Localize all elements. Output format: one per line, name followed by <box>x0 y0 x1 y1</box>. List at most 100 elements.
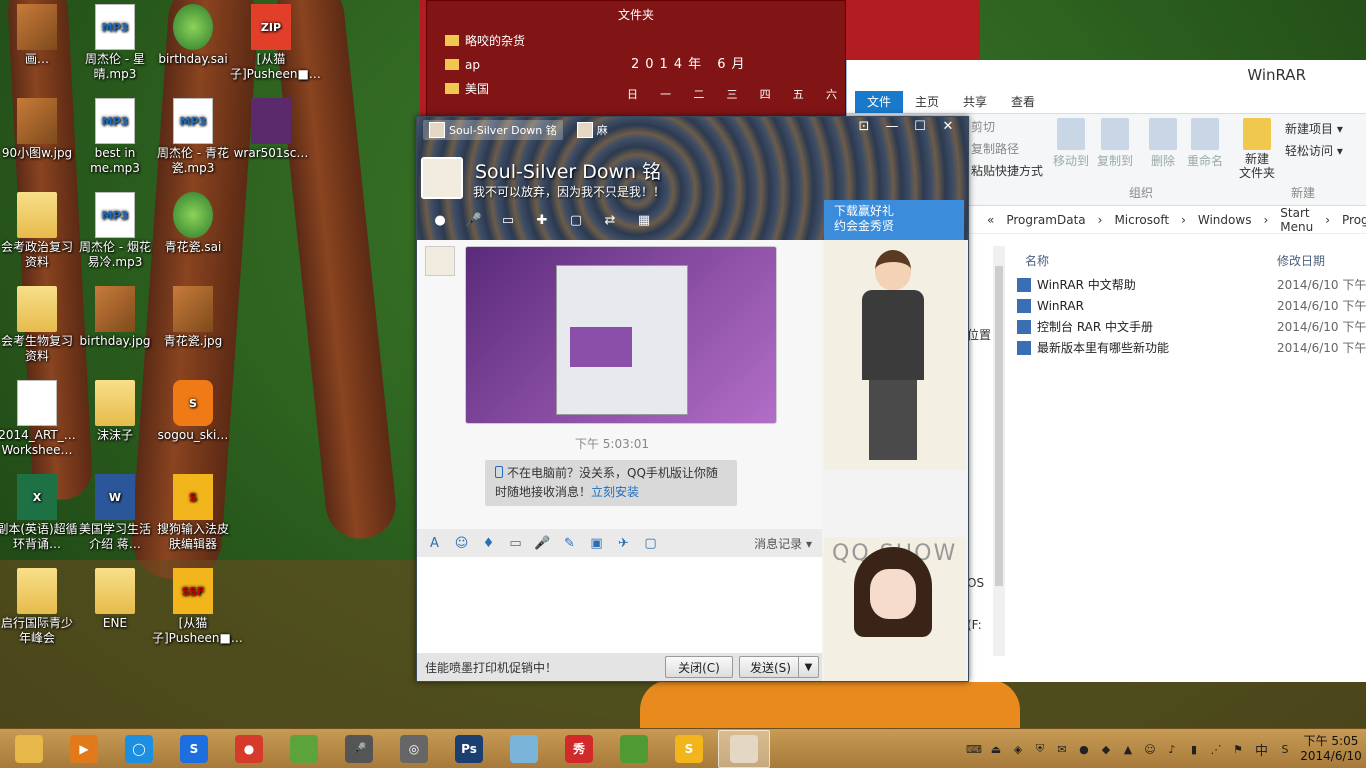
font-icon[interactable]: A <box>421 533 448 553</box>
chat-tab-active[interactable]: Soul-Silver Down 铭 <box>423 120 563 140</box>
qq-icon[interactable]: ☺ <box>1139 741 1161 757</box>
apps-icon[interactable]: ▦ <box>627 209 661 231</box>
handwrite-icon[interactable]: ✎ <box>556 533 583 553</box>
address-segment[interactable]: Prog <box>1342 213 1366 227</box>
file-row[interactable]: 控制台 RAR 中文手册 2014/6/10 下午 <box>1017 316 1366 337</box>
desktop-icon[interactable]: W 美国学习生活介绍 蒋… <box>74 474 156 552</box>
voice-call-icon[interactable]: 🎤 <box>457 209 491 231</box>
shield-icon[interactable]: ⛨ <box>1029 741 1051 757</box>
message-image[interactable] <box>465 246 777 424</box>
address-segment[interactable]: Windows <box>1198 213 1252 227</box>
taskbar-app-microphone[interactable]: 🎤 <box>333 730 385 768</box>
taskbar-app-ssf-editor[interactable]: S <box>663 730 715 768</box>
new-item-button[interactable]: 新建项目 ▾ <box>1285 120 1343 137</box>
voice-message-icon[interactable]: 🎤 <box>529 533 556 553</box>
desktop-icon[interactable]: MP3 best in me.mp3 <box>74 98 156 176</box>
keyboard-icon[interactable]: ⌨ <box>963 741 985 757</box>
address-separator[interactable]: › <box>1098 213 1103 227</box>
address-segment[interactable]: « <box>987 213 994 227</box>
message-area[interactable]: 下午 5:03:01 不在电脑前？没关系，QQ手机版让你随时随地接收消息！立刻安… <box>417 240 822 530</box>
desktop-icon[interactable]: 会考政治复习资料 <box>0 192 78 270</box>
clock[interactable]: 下午 5:05 2014/6/10 <box>1296 734 1366 764</box>
send-button[interactable]: 发送(S) ▼ <box>739 656 819 678</box>
screenshot-icon[interactable]: ▢ <box>637 533 664 553</box>
skin-icon[interactable]: ⊡ <box>850 119 878 134</box>
file-row[interactable]: WinRAR 中文帮助 2014/6/10 下午 <box>1017 274 1366 295</box>
scrollbar-thumb[interactable] <box>995 266 1003 586</box>
taskbar-app-video-app[interactable]: ◎ <box>388 730 440 768</box>
sogou-ime-icon[interactable]: S <box>1274 741 1296 757</box>
gift-icon[interactable]: ✈ <box>610 533 637 553</box>
delete-button[interactable]: 删除 <box>1149 118 1177 169</box>
folder-item[interactable]: 略咬的杂货 <box>427 29 845 53</box>
file-row[interactable]: WinRAR 2014/6/10 下午 <box>1017 295 1366 316</box>
nav-fragment[interactable]: OS <box>967 576 984 590</box>
taskbar-app-paint-tool-sai[interactable] <box>278 730 330 768</box>
desktop-icon[interactable]: 青花瓷.jpg <box>152 286 234 349</box>
desktop-icon[interactable]: SSF [从猫子]Pusheen■… <box>152 568 243 646</box>
chat-tab[interactable]: 麻 <box>571 120 614 140</box>
taskbar-app-meitu-xiuxiu[interactable]: 秀 <box>553 730 605 768</box>
close-button[interactable]: 关闭(C) <box>665 656 733 678</box>
tab-home[interactable]: 主页 <box>903 91 951 113</box>
remote-desktop-icon[interactable]: ▢ <box>559 209 593 231</box>
battery-icon[interactable]: ▮ <box>1183 741 1205 757</box>
desktop-icon[interactable]: X 副本(英语)超循环背诵… <box>0 474 78 552</box>
wifi-icon[interactable]: ⋰ <box>1205 741 1227 757</box>
desktop-icon[interactable]: birthday.jpg <box>74 286 156 349</box>
volume-icon[interactable]: ♪ <box>1161 741 1183 757</box>
message-avatar[interactable] <box>425 246 455 276</box>
desktop-icon[interactable]: wrar501sc… <box>230 98 312 161</box>
nav-scrollbar[interactable] <box>993 246 1005 656</box>
column-name[interactable]: 名称 <box>1017 252 1277 269</box>
move-to-button[interactable]: 移动到 <box>1053 118 1089 169</box>
desktop-icon[interactable]: S 搜狗输入法皮肤编辑器 <box>152 474 234 552</box>
share-screen-icon[interactable]: ⇄ <box>593 209 627 231</box>
taskbar-app-sogou-browser[interactable]: S <box>168 730 220 768</box>
desktop-icon[interactable]: ZIP [从猫子]Pusheen■… <box>230 4 321 82</box>
taskbar-app-file-explorer[interactable] <box>3 730 55 768</box>
desktop-icon[interactable]: 画… <box>0 4 78 67</box>
maximize-icon[interactable]: ☐ <box>906 119 934 134</box>
desktop-icon[interactable]: MP3 周杰伦 - 星晴.mp3 <box>74 4 156 82</box>
copy-path-button[interactable]: 复制路径 <box>971 140 1019 157</box>
copy-to-button[interactable]: 复制到 <box>1097 118 1133 169</box>
taskbar-app-chrome[interactable]: ● <box>223 730 275 768</box>
desktop-icon[interactable]: 90小图w.jpg <box>0 98 78 161</box>
chevron-down-icon[interactable]: ▼ <box>798 657 818 677</box>
column-date[interactable]: 修改日期 <box>1277 252 1325 269</box>
create-group-icon[interactable]: ✚ <box>525 209 559 231</box>
nav-fragment[interactable]: 位置 <box>967 326 991 343</box>
promo-text[interactable]: 佳能喷墨打印机促销中！ <box>425 659 661 676</box>
desktop-icon[interactable]: Ssogou_ski… <box>152 380 234 443</box>
flag-icon[interactable]: ⚑ <box>1227 741 1249 757</box>
address-segment[interactable]: ProgramData <box>1006 213 1085 227</box>
send-file-icon[interactable]: ▭ <box>491 209 525 231</box>
antivirus-icon[interactable]: ◆ <box>1095 741 1117 757</box>
address-separator[interactable]: › <box>1181 213 1186 227</box>
tab-share[interactable]: 共享 <box>951 91 999 113</box>
usb-icon[interactable]: ⏏ <box>985 741 1007 757</box>
desktop-icon[interactable]: 青花瓷.sai <box>152 192 234 255</box>
contact-avatar[interactable] <box>421 157 463 199</box>
tab-file[interactable]: 文件 <box>855 91 904 113</box>
network-icon[interactable]: ▲ <box>1117 741 1139 757</box>
desktop-icon[interactable]: 会考生物复习资料 <box>0 286 78 364</box>
address-separator[interactable]: › <box>1263 213 1268 227</box>
desktop-icon[interactable]: ENE <box>74 568 156 631</box>
bubble-icon[interactable]: ● <box>1073 741 1095 757</box>
qq-show-contact[interactable] <box>824 240 966 470</box>
cut-button[interactable]: 剪切 <box>971 118 995 135</box>
tab-view[interactable]: 查看 <box>999 91 1047 113</box>
address-segment[interactable]: Microsoft <box>1114 213 1169 227</box>
emoji-icon[interactable]: ☺ <box>448 533 475 553</box>
video-call-icon[interactable]: ● <box>423 209 457 231</box>
address-segment[interactable]: Start Menu <box>1280 206 1313 234</box>
install-link[interactable]: 立刻安装 <box>591 485 639 499</box>
address-separator[interactable]: › <box>1325 213 1330 227</box>
taskbar-app-photoshop[interactable]: Ps <box>443 730 495 768</box>
shake-icon[interactable]: ♦ <box>475 533 502 553</box>
qq-show-self[interactable]: QQ SHOW <box>824 537 966 681</box>
easy-access-button[interactable]: 轻松访问 ▾ <box>1285 142 1343 159</box>
desktop-icon[interactable]: 2014_ART_…Workshee… <box>0 380 78 458</box>
